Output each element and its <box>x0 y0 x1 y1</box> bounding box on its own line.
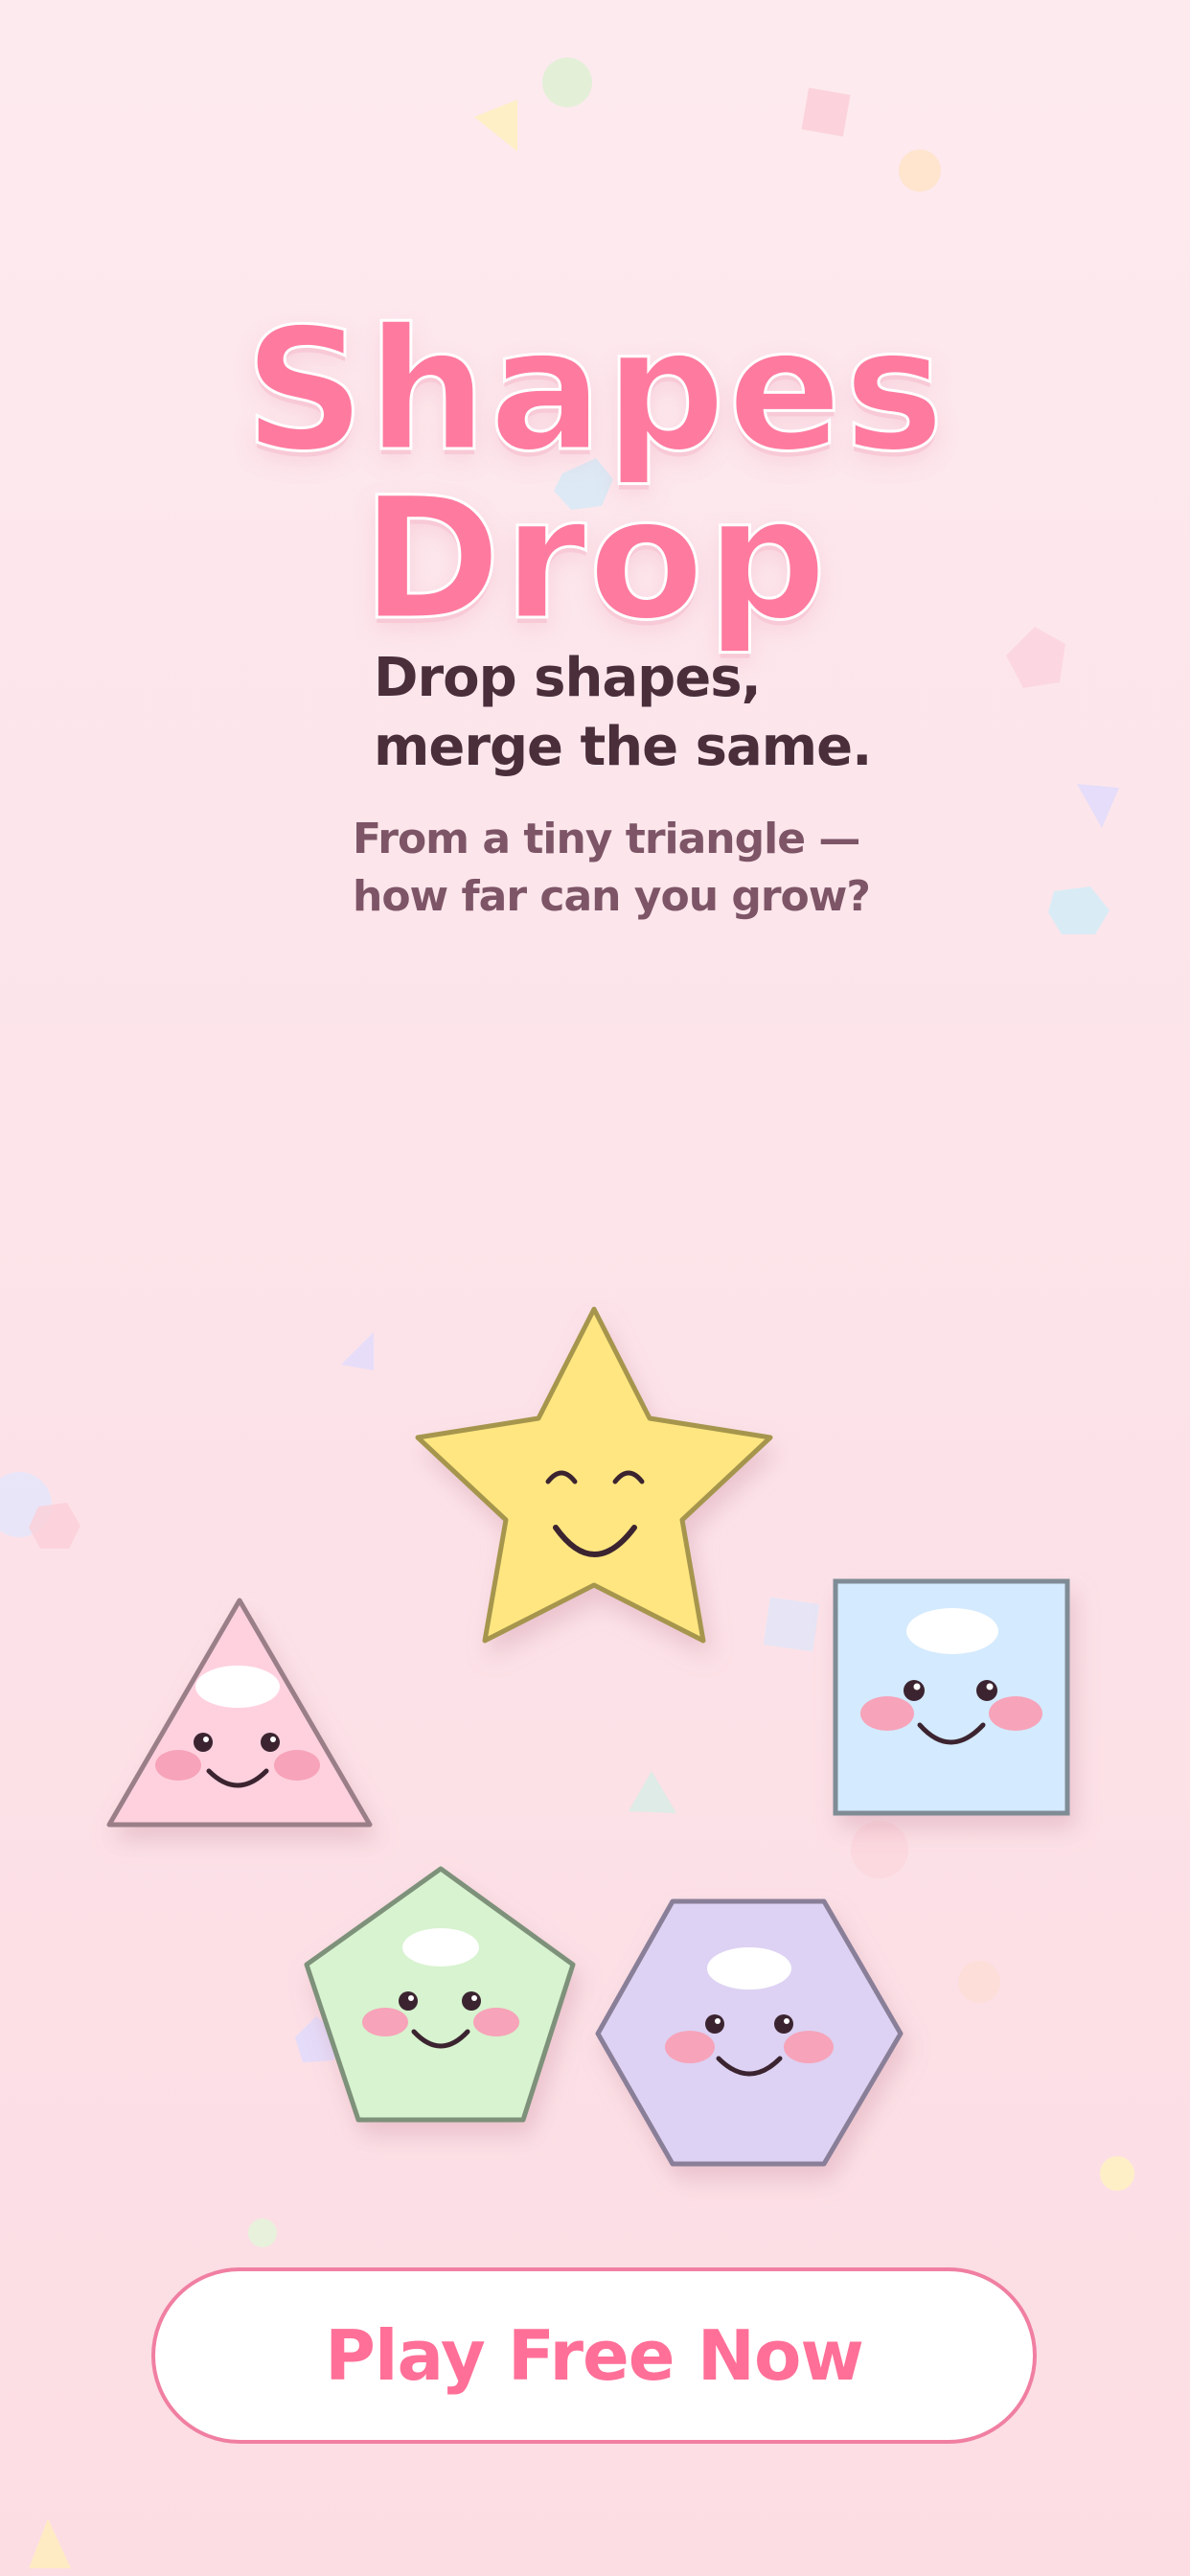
play-free-now-button[interactable]: Play Free Now <box>151 2267 1037 2444</box>
pentagon-character <box>304 1866 576 2123</box>
square-left-eye <box>904 1680 925 1701</box>
play-button-label: Play Free Now <box>325 2315 864 2396</box>
square-shine <box>906 1608 998 1654</box>
triangle-right-eye <box>261 1733 280 1752</box>
triangle-shine <box>195 1666 280 1708</box>
hexagon-left-blush <box>665 2031 715 2063</box>
eye-highlight <box>270 1736 276 1742</box>
pentagon-body <box>304 1866 576 2123</box>
star-body <box>415 1306 773 1644</box>
triangle-right-blush <box>274 1750 320 1781</box>
square-left-blush <box>860 1696 914 1731</box>
hexagon-right-blush <box>784 2031 834 2063</box>
star-character <box>415 1306 773 1644</box>
hexagon-body <box>595 1898 904 2167</box>
splash-screen: Shapes Drop Drop shapes, merge the same.… <box>0 0 1190 2576</box>
eye-highlight <box>408 1995 414 2001</box>
pentagon-right-eye <box>462 1991 481 2011</box>
eye-highlight <box>715 2018 721 2024</box>
triangle-character <box>106 1598 373 1828</box>
eye-highlight <box>784 2018 790 2024</box>
hexagon-left-eye <box>705 2014 724 2034</box>
square-right-eye <box>976 1680 997 1701</box>
eye-highlight <box>913 1683 921 1690</box>
triangle-body <box>106 1598 373 1828</box>
pentagon-right-blush <box>473 2008 519 2036</box>
pentagon-shine <box>402 1928 479 1966</box>
pentagon-left-eye <box>399 1991 418 2011</box>
hexagon-right-eye <box>774 2014 793 2034</box>
square-character <box>833 1578 1070 1816</box>
triangle-left-eye <box>194 1733 213 1752</box>
eye-highlight <box>471 1995 477 2001</box>
shape-characters <box>106 1306 1070 2167</box>
eye-highlight <box>203 1736 209 1742</box>
pentagon-left-blush <box>362 2008 408 2036</box>
eye-highlight <box>986 1683 994 1690</box>
hexagon-shine <box>707 1947 791 1990</box>
hexagon-character <box>595 1898 904 2167</box>
triangle-left-blush <box>155 1750 201 1781</box>
square-right-blush <box>989 1696 1042 1731</box>
